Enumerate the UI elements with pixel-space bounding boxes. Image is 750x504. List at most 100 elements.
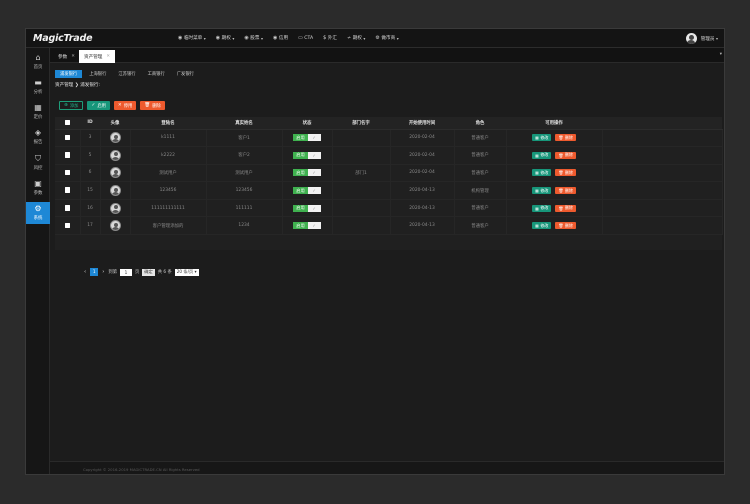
tab-label: 资产管理 (84, 54, 103, 60)
cell-id: 5 (80, 146, 101, 165)
page-size-select[interactable]: 20 条/页 ▾ (174, 268, 199, 276)
cell-realname: 客户1 (206, 129, 283, 148)
top-nav-item[interactable]: ◉ 信用 (273, 35, 288, 41)
select-cell (55, 164, 81, 183)
operations-cell: ▦ 修改 🗑 删除 (506, 199, 603, 218)
status-label: 启用 (293, 169, 308, 177)
table-row[interactable]: 5 k2222 客户2 启用 ✓ 2020-02-04 普通客户 ▦ 修改 🗑 删除 (55, 146, 723, 165)
breadcrumb: 资产管理 ❯ 浦发银行: (55, 83, 101, 88)
edit-button[interactable]: ▦ 修改 (532, 222, 552, 230)
status-toggle[interactable]: 启用 ✓ (293, 222, 321, 230)
top-nav-item[interactable]: ⚙ 做市商 ▾ (375, 35, 398, 41)
status-toggle[interactable]: 启用 ✓ (293, 204, 321, 212)
row-delete-button[interactable]: 🗑 删除 (555, 151, 576, 159)
header-dept: 部门名字 (332, 117, 390, 130)
disable-button[interactable]: ✕ 停用 (113, 101, 137, 110)
status-toggle[interactable]: 启用 ✓ (293, 151, 321, 159)
sidebar-item[interactable]: ◈ 报告 (26, 126, 50, 148)
select-all-checkbox[interactable] (64, 119, 71, 126)
table-row[interactable]: 15 123456 123456 启用 ✓ 2020-04-13 机构管理 ▦ 修改 🗑 删除 (55, 181, 723, 200)
logo[interactable]: MagicTrade (33, 33, 93, 44)
avatar-cell (100, 199, 131, 218)
table-row[interactable]: 3 k1111 客户1 启用 ✓ 2020-02-04 普通客户 ▦ 修改 🗑 删除 (55, 129, 723, 148)
header-start-time: 开始使用时间 (390, 117, 454, 130)
row-delete-button[interactable]: 🗑 删除 (555, 169, 576, 177)
home-icon: ⌂ (35, 53, 41, 63)
sidebar-item[interactable]: ▦ 定价 (26, 101, 50, 123)
edit-button[interactable]: ▦ 修改 (532, 134, 552, 142)
top-nav-item[interactable]: $ 外汇 (323, 35, 337, 41)
status-cell: 启用 ✓ (282, 181, 333, 200)
avatar[interactable] (685, 33, 697, 44)
chevron-down-icon[interactable]: ▾ (720, 52, 722, 57)
row-delete-button[interactable]: 🗑 删除 (555, 187, 576, 195)
avatar-cell (100, 181, 131, 200)
table-row[interactable]: 17 客户管理添加的 1234 启用 ✓ 2020-04-13 普通客户 ▦ 修改 🗑 删除 (55, 216, 723, 236)
bank-tab[interactable]: 江苏银行 (113, 70, 140, 78)
delete-button[interactable]: 🗑 删除 (140, 101, 165, 110)
avatar (109, 202, 121, 214)
confirm-page-button[interactable]: 确定 (142, 268, 155, 276)
sidebar-item-label: 首页 (33, 64, 43, 70)
bank-tab[interactable]: 浦发银行 (55, 70, 83, 78)
close-icon[interactable]: ✕ (71, 54, 75, 59)
trash-icon: 🗑 (558, 170, 564, 176)
tab-asset-management[interactable]: 资产管理 ✕ (79, 50, 116, 63)
page-suffix: 页 (135, 270, 140, 275)
row-checkbox[interactable] (64, 152, 70, 158)
select-cell (55, 216, 81, 236)
status-label: 启用 (293, 204, 308, 212)
row-checkbox[interactable] (64, 205, 70, 211)
sidebar-item[interactable]: ▣ 参数 (26, 177, 50, 199)
top-nav-item[interactable]: ◉ 临时菜单 ▾ (178, 35, 206, 41)
next-page-icon[interactable]: › (102, 269, 104, 275)
table-row[interactable]: 6 测试用户 测试用户 启用 ✓ 部门1 2020-02-04 普通客户 ▦ 修改 🗑 删除 (55, 164, 723, 183)
close-icon[interactable]: ✕ (106, 54, 110, 59)
top-nav-label: 期权 (352, 36, 362, 41)
user-name[interactable]: 管理员 (701, 36, 715, 42)
sidebar-item[interactable]: ⌂ 首页 (26, 51, 50, 73)
edit-button[interactable]: ▦ 修改 (532, 169, 552, 177)
edit-button[interactable]: ▦ 修改 (532, 204, 552, 212)
top-nav-label: CTA (304, 35, 314, 41)
status-toggle[interactable]: 启用 ✓ (293, 134, 321, 142)
add-button[interactable]: ⊕ 添加 (59, 101, 84, 110)
row-spacer (602, 164, 723, 183)
row-checkbox[interactable] (64, 187, 70, 193)
trash-icon: 🗑 (144, 103, 151, 108)
top-nav-item[interactable]: ◉ 股票 ▾ (244, 35, 263, 41)
gear-icon: ⚙ (375, 35, 380, 41)
row-delete-button[interactable]: 🗑 删除 (555, 134, 576, 142)
sidebar-item[interactable]: ⚙ 系统 (26, 202, 50, 224)
app-window: MagicTrade ◉ 临时菜单 ▾ ◉ 期权 ▾ ◉ 股票 ▾ ◉ 信用 ▭ CTA $ 外汇 ≁ 期权 ▾ ⚙… (25, 28, 725, 475)
bank-tab[interactable]: 工商银行 (143, 70, 170, 78)
table-row[interactable]: 16 111111111111 111111 启用 ✓ 2020-04-13 普通客户 ▦ 修改… (55, 199, 723, 218)
row-delete-button[interactable]: 🗑 删除 (555, 222, 576, 230)
prev-page-icon[interactable]: ‹ (84, 269, 86, 275)
row-checkbox[interactable] (64, 169, 70, 176)
status-toggle[interactable]: 启用 ✓ (293, 187, 321, 195)
bank-tab[interactable]: 上海银行 (84, 70, 111, 78)
add-button-label: 添加 (69, 103, 79, 109)
sidebar-item[interactable]: ⛉ 风控 (26, 152, 50, 174)
edit-button[interactable]: ▦ 修改 (532, 187, 552, 195)
tab-params[interactable]: 参数 ✕ (53, 50, 80, 63)
row-checkbox[interactable] (64, 134, 70, 141)
enable-button[interactable]: ✓ 启用 (87, 101, 110, 110)
top-nav-item[interactable]: ≁ 期权 ▾ (347, 35, 365, 41)
top-nav-item[interactable]: ◉ 期权 ▾ (216, 35, 235, 41)
bank-tab[interactable]: 广发银行 (172, 70, 199, 78)
delete-button-label: 删除 (152, 103, 161, 109)
page-input[interactable]: 1 (120, 268, 132, 276)
row-spacer (602, 146, 723, 165)
top-nav-item[interactable]: ▭ CTA (298, 35, 313, 41)
status-toggle[interactable]: 启用 ✓ (293, 169, 321, 177)
user-menu[interactable]: 管理员 ▾ (685, 33, 718, 44)
delete-label: 删除 (564, 169, 573, 175)
top-nav-label: 信用 (278, 36, 289, 41)
row-checkbox[interactable] (64, 222, 70, 229)
sidebar-item[interactable]: ▬ 分析 (26, 76, 50, 98)
row-delete-button[interactable]: 🗑 删除 (555, 204, 576, 212)
page-number-current[interactable]: 1 (90, 268, 99, 276)
edit-button[interactable]: ▦ 修改 (532, 151, 552, 159)
